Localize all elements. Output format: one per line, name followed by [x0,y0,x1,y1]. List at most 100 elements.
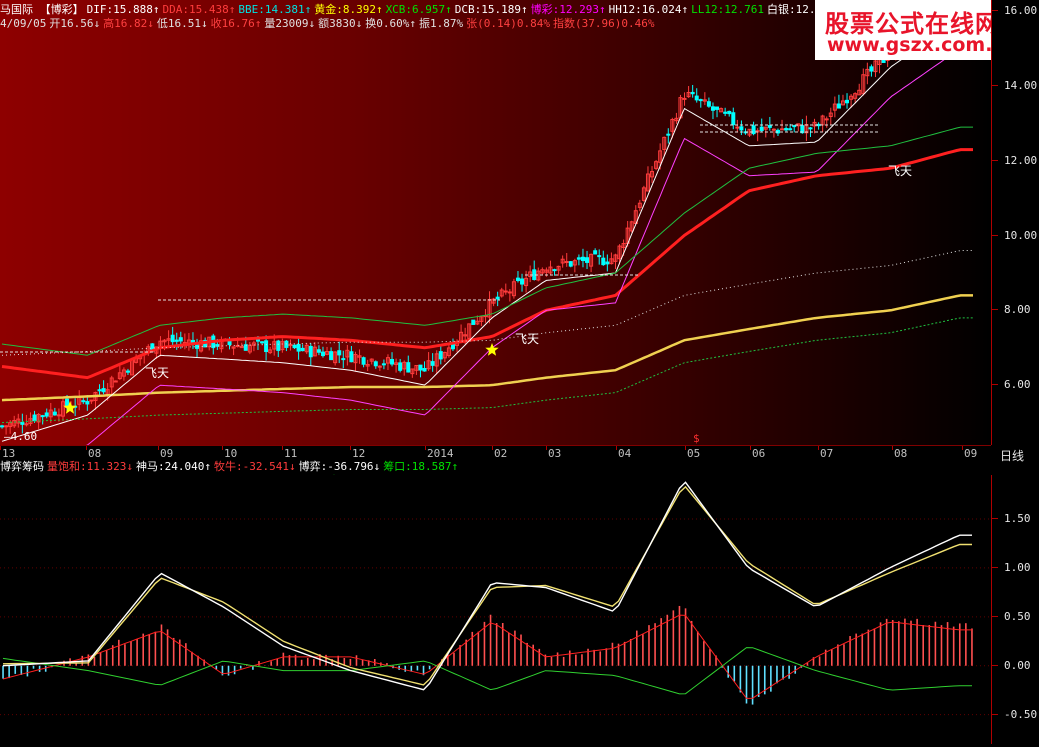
macd-tick-1: 1.00 [992,560,1031,574]
candle-body [727,110,732,115]
fly-signal-label: 飞天 [145,366,169,380]
quote-value-3: 低16.51↓ [156,17,208,30]
date-tick-mark [962,446,963,450]
candle-body [174,339,179,342]
candle-body [398,362,403,371]
date-tick-11: 06 [752,447,766,460]
candle-body [735,126,740,129]
candle-body [568,261,573,267]
macd-panel[interactable] [0,475,991,744]
candle-body [377,365,382,368]
date-tick-mark [425,446,426,450]
candle-body [0,425,5,428]
date-tick-12: 07 [820,447,834,460]
candle-body [698,99,703,102]
price-tick-1: 14.00 [991,79,1038,92]
price-chart-panel[interactable]: 飞天 飞天 飞天 —4.60 [0,0,991,445]
candle-body [507,291,512,294]
date-tick-13: 08 [894,447,908,460]
candle-body [40,415,45,418]
price-tick-4: 8.00 [992,303,1031,317]
header-value-0: 马国际 【博彩】 [0,3,84,16]
macd-tick-4: -0.50 [991,707,1038,721]
candle-body [422,367,427,372]
date-tick-mark [892,446,893,450]
candle-body [601,257,606,266]
header-value-5: XCB:6.957↑ [385,3,452,16]
header-value-4: 黄金:8.392↑ [314,3,383,16]
ma-mid-line [1,148,973,380]
quote-value-7: 换0.60%↑ [365,17,416,30]
header-value-8: HH12:16.024↑ [608,3,689,16]
date-tick-mark [492,446,493,450]
fly-signal-label: 飞天 [888,164,912,178]
candle-body [264,340,269,353]
candle-body [759,126,764,131]
quote-value-5: 量23009↓ [264,17,316,30]
date-tick-mark [158,446,159,450]
candle-body [361,357,366,365]
candle-body [552,269,557,272]
indicator-header-line2: 4/09/05 开16.56↓ 高16.82↓ 低16.51↓ 收16.76↑ 量2300… [0,17,657,30]
candle-body [32,414,37,422]
quote-value-9: 张(0.14)0.84% [466,17,550,30]
candle-body [255,339,260,342]
candle-body [349,351,354,363]
candle-body [406,362,411,373]
dmac-red-line [2,614,972,699]
candle-body [97,389,102,392]
quote-value-2: 高16.82↓ [103,17,154,30]
candle-body [585,257,590,263]
date-tick-mark [222,446,223,450]
dividend-marker[interactable]: $ [693,432,700,445]
candle-body [788,128,793,131]
candle-body [178,337,183,342]
date-tick-7: 02 [494,447,508,460]
chip-value-1: 量饱和:11.323↓ [47,460,133,473]
date-tick-3: 10 [224,447,238,460]
date-axis: 13 08 09 10 11 12 2014 02 03 04 05 06 07 08 09 $ [0,432,991,461]
price-tick-3: 10.00 [991,228,1038,242]
candle-body [329,351,334,361]
date-tick-mark [750,446,751,450]
candle-body [300,347,305,352]
date-tick-mark [685,446,686,450]
candle-body [190,339,195,343]
candle-body [341,358,346,361]
candle-body [515,277,520,282]
candle-body [869,66,874,72]
date-tick-mark [818,446,819,450]
candle-body [450,343,455,350]
candle-body [597,255,602,258]
candle-body [710,106,715,111]
macd-chart[interactable] [0,475,991,744]
lower-header-line1: 博弈筹码 量饱和:11.323↓ 神马:24.040↑ 牧牛:-32.541↓ 博弈:-… [0,460,461,473]
quote-value-4: 收16.76↑ [210,17,262,30]
candle-body [495,296,500,300]
header-value-3: BBE:14.381↑ [238,3,312,16]
candle-body [390,358,395,365]
candle-body [824,118,829,121]
candle-body [706,101,711,107]
header-value-2: DDA:15.438↑ [162,3,236,16]
candle-body [690,91,695,95]
date-tick-6: 2014 [427,447,454,460]
candle-body [564,261,569,264]
quote-value-6: 额3830↓ [318,17,363,30]
candle-body [113,380,118,383]
macd-tick-3: 0.00 [992,658,1031,672]
date-tick-10: 05 [687,447,701,460]
support-dotted-line [1,250,973,356]
chip-value-5: 筹口:18.587↑ [383,460,459,473]
price-chart[interactable]: 飞天飞天飞天—4.60 [0,0,991,445]
candle-body [694,95,699,101]
candle-body [56,414,61,417]
chip-value-4: 博弈:-36.796↓ [298,460,381,473]
date-tick-2: 09 [160,447,174,460]
quote-value-8: 振1.87% [418,17,464,30]
dead-line [2,485,972,686]
candle-body [784,128,789,131]
candle-body [418,364,423,371]
candle-body [767,125,772,128]
candle-body [170,334,175,343]
